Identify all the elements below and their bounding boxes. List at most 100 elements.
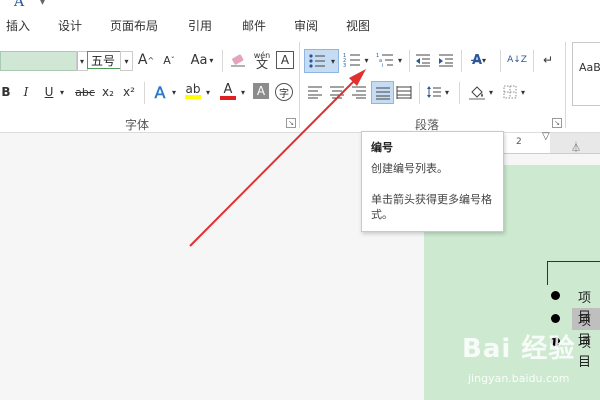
watermark-logo: Bai 经验 <box>462 334 576 364</box>
highlighter-icon: ab <box>185 82 201 96</box>
shrink-font-button[interactable]: Aˇ <box>159 51 179 69</box>
tab-layout[interactable]: 页面布局 <box>110 17 158 34</box>
first-line-indent-marker[interactable]: ▽ <box>542 131 550 142</box>
tab-insert[interactable]: 插入 <box>6 17 30 34</box>
text-effects-dropdown[interactable]: ▾ <box>170 83 178 101</box>
show-marks-button[interactable]: ↵ <box>540 51 556 69</box>
underline-dropdown[interactable]: ▾ <box>57 83 67 101</box>
bold-button[interactable]: B <box>0 83 12 101</box>
bullet-icon <box>551 314 560 323</box>
char-border-button[interactable]: A <box>276 51 294 69</box>
enclose-char-button[interactable]: 字 <box>275 83 293 101</box>
increase-indent-icon <box>439 54 453 67</box>
change-case-icon: Aa <box>190 52 208 68</box>
borders-dropdown[interactable]: ▾ <box>519 82 527 102</box>
ribbon-tabs: 插入 设计 页面布局 引用 邮件 审阅 视图 <box>0 10 600 38</box>
tooltip-description: 创建编号列表。 <box>371 162 448 175</box>
change-case-button[interactable]: Aa ▾ <box>188 51 216 69</box>
tooltip-hint: 单击箭头获得更多编号格式。 <box>371 193 492 221</box>
line-spacing-button[interactable] <box>425 82 443 102</box>
numbering-tooltip: 编号 创建编号列表。 单击箭头获得更多编号格式。 <box>361 131 504 232</box>
align-left-button[interactable] <box>305 82 325 102</box>
shrink-font-icon: A <box>163 53 171 67</box>
paragraph-dialog-launcher[interactable]: ↘ <box>552 118 562 128</box>
numbering-dropdown[interactable]: ▾ <box>362 49 371 71</box>
tab-design[interactable]: 设计 <box>58 17 82 34</box>
bullets-button[interactable] <box>304 49 330 73</box>
subscript-button[interactable]: x₂ <box>99 83 117 101</box>
font-color-dropdown[interactable]: ▾ <box>239 83 247 101</box>
watermark-url: jingyan.baidu.com <box>468 372 570 385</box>
multilevel-list-icon: 1 a i <box>376 53 393 68</box>
numbering-button[interactable]: 1 2 3 <box>340 49 364 71</box>
sort-button[interactable]: A↓Z <box>507 49 527 71</box>
tab-references[interactable]: 引用 <box>188 17 212 34</box>
tooltip-title: 编号 <box>371 141 393 154</box>
text-effects-button[interactable]: A <box>150 82 170 102</box>
decrease-indent-icon <box>416 54 430 67</box>
justify-icon <box>375 87 390 99</box>
style-gallery-item[interactable]: AaBl <box>572 42 600 106</box>
ribbon: ▾ 五号 ▾ A ^ Aˇ Aa ▾ wén 文 A B I U ▾ abc x₂ … <box>0 38 600 133</box>
multilevel-list-button[interactable]: 1 a i <box>373 49 397 71</box>
italic-button[interactable]: I <box>20 83 32 101</box>
decrease-indent-button[interactable] <box>414 51 432 69</box>
borders-icon <box>503 85 517 99</box>
font-size-dropdown[interactable]: ▾ <box>120 51 133 71</box>
eraser-icon <box>231 54 245 67</box>
horizontal-ruler: 2 ▽ ⏃ <box>500 131 600 154</box>
grow-font-button[interactable]: A ^ <box>136 51 156 69</box>
line-spacing-icon <box>427 86 441 98</box>
paint-bucket-icon <box>469 86 485 100</box>
align-right-icon <box>352 86 366 99</box>
underline-button[interactable]: U <box>42 83 56 101</box>
borders-button[interactable] <box>501 82 519 102</box>
bullet-list-icon <box>309 54 325 68</box>
tab-review[interactable]: 审阅 <box>294 17 318 34</box>
bullets-dropdown[interactable]: ▾ <box>328 49 339 73</box>
align-right-button[interactable] <box>349 82 369 102</box>
highlight-button[interactable]: ab <box>183 81 203 101</box>
multilevel-list-dropdown[interactable]: ▾ <box>396 49 404 71</box>
font-color-button[interactable]: A <box>218 81 238 101</box>
numbered-list-icon: 1 2 3 <box>343 53 360 68</box>
chinese-layout-button[interactable]: A̶ ▾ <box>468 51 490 69</box>
font-group-label: 字体 <box>125 118 150 132</box>
shading-button[interactable] <box>467 82 487 102</box>
char-shading-button[interactable]: A <box>253 83 269 99</box>
shading-dropdown[interactable]: ▾ <box>487 82 495 102</box>
sort-icon: A↓Z <box>507 54 527 65</box>
hanging-indent-marker[interactable]: ⏃ <box>571 139 581 154</box>
bullet-icon <box>551 291 560 300</box>
svg-text:3: 3 <box>343 63 346 68</box>
font-size-box[interactable]: 五号 <box>87 51 121 69</box>
baidu-watermark: Bai 经验 jingyan.baidu.com <box>462 328 598 396</box>
chevron-down-icon[interactable]: ▾ <box>40 0 45 8</box>
clear-format-button[interactable] <box>228 51 248 69</box>
align-left-icon <box>308 86 322 99</box>
paragraph-mark-icon: ↵ <box>542 53 554 67</box>
phonetic-char: 文 <box>255 57 268 71</box>
align-center-button[interactable] <box>327 82 347 102</box>
line-spacing-dropdown[interactable]: ▾ <box>443 82 451 102</box>
tab-mailings[interactable]: 邮件 <box>242 17 266 34</box>
distributed-icon <box>396 86 412 99</box>
align-center-icon <box>330 86 344 99</box>
increase-indent-button[interactable] <box>437 51 455 69</box>
justify-button[interactable] <box>371 81 394 104</box>
distributed-button[interactable] <box>394 82 414 102</box>
grow-font-icon: A <box>137 52 148 68</box>
highlight-dropdown[interactable]: ▾ <box>204 83 212 101</box>
chinese-layout-icon: A̶ <box>471 52 483 68</box>
tab-view[interactable]: 视图 <box>346 17 370 34</box>
strikethrough-button[interactable]: abc <box>73 83 97 101</box>
svg-text:i: i <box>382 63 383 68</box>
style-sample: AaBl <box>579 61 600 74</box>
font-dialog-launcher[interactable]: ↘ <box>286 118 296 128</box>
ruler-number: 2 <box>516 137 522 147</box>
quick-access-bar: A ▾ <box>0 0 600 10</box>
superscript-button[interactable]: x² <box>120 83 138 101</box>
font-name-box[interactable] <box>0 51 78 71</box>
phonetic-guide-button[interactable]: wén 文 <box>252 49 272 71</box>
app-logo-icon: A <box>14 0 25 10</box>
